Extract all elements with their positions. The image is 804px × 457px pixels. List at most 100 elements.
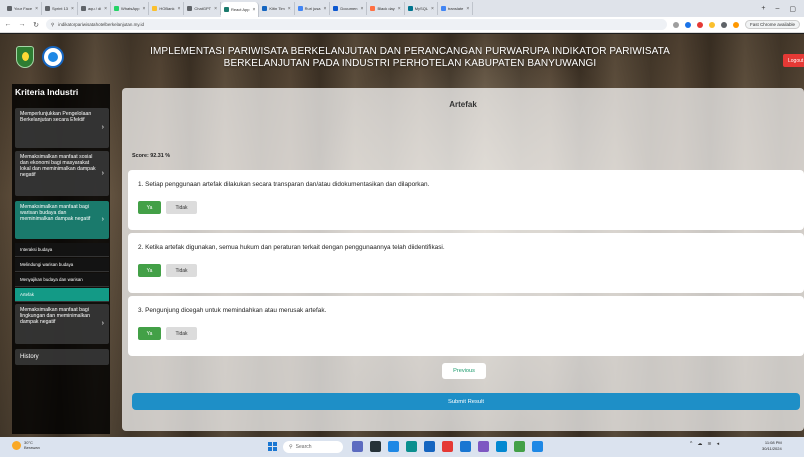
chevron-right-icon: ›: [101, 320, 104, 327]
sidebar-item-warisan-budaya[interactable]: Memaksimalkan manfaat bagi warisan buday…: [15, 201, 109, 239]
close-tab-icon[interactable]: ×: [252, 7, 255, 13]
tab-favicon-icon: [407, 6, 413, 11]
sidebar-item-pengelolaan[interactable]: Memperlunjukkan Pengelolaan Berkelanjuta…: [15, 108, 109, 148]
browser-tab[interactable]: Sprint 13 ×: [42, 2, 78, 15]
new-tab-icon[interactable]: +: [761, 5, 765, 13]
browser-tab-bar: Your Face × Sprint 13 × aqu / di × WhatsApp…: [0, 0, 804, 17]
chevron-up-icon[interactable]: ^: [690, 441, 692, 447]
url-field[interactable]: ⚲ indikatorpariwisatahotelberkelanjutan.…: [46, 19, 667, 30]
close-tab-icon[interactable]: ×: [178, 6, 181, 12]
edge-icon[interactable]: [406, 441, 417, 452]
page-background: IMPLEMENTASI PARIWISATA BERKELANJUTAN DA…: [0, 34, 804, 437]
tab-favicon-icon: [440, 6, 446, 11]
header-logos: [16, 46, 64, 68]
chrome-icon[interactable]: [442, 441, 453, 452]
tab-favicon-icon: [152, 6, 158, 11]
app-icon[interactable]: [532, 441, 543, 452]
section-title: Artefak: [449, 100, 477, 109]
university-logo-icon: [42, 46, 64, 68]
submit-result-button[interactable]: Submit Result: [132, 393, 800, 410]
back-icon[interactable]: ←: [4, 21, 12, 28]
app-icon[interactable]: [514, 441, 525, 452]
sidebar-item-lingkungan[interactable]: Memaksimalkan manfaat bagi lingkungan da…: [15, 304, 109, 344]
answer-yes-button[interactable]: Ya: [138, 201, 161, 214]
close-tab-icon[interactable]: ×: [323, 6, 326, 12]
reload-icon[interactable]: ↻: [32, 21, 40, 29]
close-tab-icon[interactable]: ×: [142, 6, 145, 12]
volume-icon[interactable]: ◂: [717, 441, 720, 447]
browser-tab[interactable]: Ruri jusa ×: [295, 2, 331, 15]
profile-avatar-icon[interactable]: [732, 21, 739, 28]
system-tray: ^ ☁ ≋ ◂: [690, 441, 719, 447]
tab-favicon-icon: [7, 6, 12, 11]
taskbar-clock[interactable]: 11:08 PM 30/11/2024: [762, 440, 782, 452]
browser-tab[interactable]: HOBank ×: [149, 2, 185, 15]
app-icon[interactable]: [352, 441, 363, 452]
sidebar-subitem-menyajikan-budaya[interactable]: Menyajikan budaya dan warisan: [15, 273, 109, 287]
extension-icon[interactable]: [684, 21, 691, 28]
browser-tab-active[interactable]: React App ×: [221, 2, 260, 17]
close-tab-icon[interactable]: ×: [214, 6, 217, 12]
browser-tab[interactable]: WhatsApp ×: [111, 2, 150, 15]
sidebar-item-history[interactable]: History: [15, 349, 109, 365]
app-icon[interactable]: [460, 441, 471, 452]
sidebar-subitem-artefak[interactable]: Artefak: [15, 288, 109, 302]
download-icon[interactable]: [720, 21, 727, 28]
forward-icon[interactable]: →: [18, 21, 26, 28]
logout-button[interactable]: Logout: [783, 54, 804, 67]
close-tab-icon[interactable]: ×: [71, 6, 74, 12]
weather-widget[interactable]: 30°C Berawan: [12, 440, 40, 450]
sidebar-item-sosial-ekonomi[interactable]: Memaksimalkan manfaat sosial dan ekonomi…: [15, 151, 109, 196]
browser-tab[interactable]: aqu / di ×: [78, 2, 111, 15]
question-text: 1. Setiap penggunaan artefak dilakukan s…: [138, 181, 430, 188]
browser-tab[interactable]: Black day ×: [367, 2, 405, 15]
close-tab-icon[interactable]: ×: [361, 6, 364, 12]
close-tab-icon[interactable]: ×: [466, 6, 469, 12]
sidebar-subitem-melindungi-warisan[interactable]: Melindungi warisan budaya: [15, 258, 109, 272]
answer-no-button[interactable]: Tidak: [166, 201, 197, 214]
tab-favicon-icon: [187, 6, 193, 11]
taskbar-search[interactable]: ⚲ Search: [283, 441, 343, 453]
window-controls: + – ▢: [761, 5, 804, 13]
extension-icons: [672, 21, 739, 28]
browser-tab[interactable]: Documen ×: [330, 2, 368, 15]
sidebar-subitem-interaksi-budaya[interactable]: Interaksi budaya: [15, 243, 109, 257]
windows-start-icon[interactable]: [268, 442, 277, 451]
question-card: 2. Ketika artefak digunakan, semua hukum…: [128, 233, 804, 293]
close-tab-icon[interactable]: ×: [35, 6, 38, 12]
browser-tab[interactable]: ChatGPT ×: [184, 2, 222, 15]
minimize-icon[interactable]: –: [775, 5, 779, 13]
vscode-icon[interactable]: [496, 441, 507, 452]
url-text: indikatorpariwisatahotelberkelanjutan.my…: [58, 22, 145, 27]
close-tab-icon[interactable]: ×: [104, 6, 107, 12]
browser-tab[interactable]: MySQL ×: [405, 2, 438, 15]
app-icon[interactable]: [370, 441, 381, 452]
close-tab-icon[interactable]: ×: [431, 6, 434, 12]
previous-button[interactable]: Previous: [442, 363, 486, 379]
question-text: 3. Pengunjung dicegah untuk memindahkan …: [138, 307, 327, 314]
site-info-icon[interactable]: ⚲: [51, 22, 54, 28]
maximize-icon[interactable]: ▢: [789, 5, 796, 13]
app-icon[interactable]: [424, 441, 435, 452]
browser-tab[interactable]: Your Face ×: [4, 2, 43, 15]
tab-favicon-icon: [297, 6, 303, 11]
answer-no-button[interactable]: Tidak: [166, 327, 197, 340]
answer-yes-button[interactable]: Ya: [138, 327, 161, 340]
app-icon[interactable]: [478, 441, 489, 452]
extension-icon[interactable]: [696, 21, 703, 28]
score-text: Score: 92.31 %: [132, 153, 171, 159]
wifi-icon[interactable]: ≋: [707, 441, 711, 447]
close-tab-icon[interactable]: ×: [288, 6, 291, 12]
tab-favicon-icon: [45, 6, 51, 11]
answer-no-button[interactable]: Tidak: [166, 264, 197, 277]
bookmark-star-icon[interactable]: [672, 21, 679, 28]
browser-tab[interactable]: translate ×: [438, 2, 474, 15]
browser-tab[interactable]: Kitin Tim ×: [259, 2, 295, 15]
answer-yes-button[interactable]: Ya: [138, 264, 161, 277]
tab-favicon-icon: [262, 6, 268, 11]
app-icon[interactable]: [388, 441, 399, 452]
cloud-icon[interactable]: ☁: [697, 441, 702, 447]
extension-icon[interactable]: [708, 21, 715, 28]
close-tab-icon[interactable]: ×: [398, 6, 401, 12]
chrome-update-button[interactable]: Fast Chrome available: [744, 20, 800, 29]
